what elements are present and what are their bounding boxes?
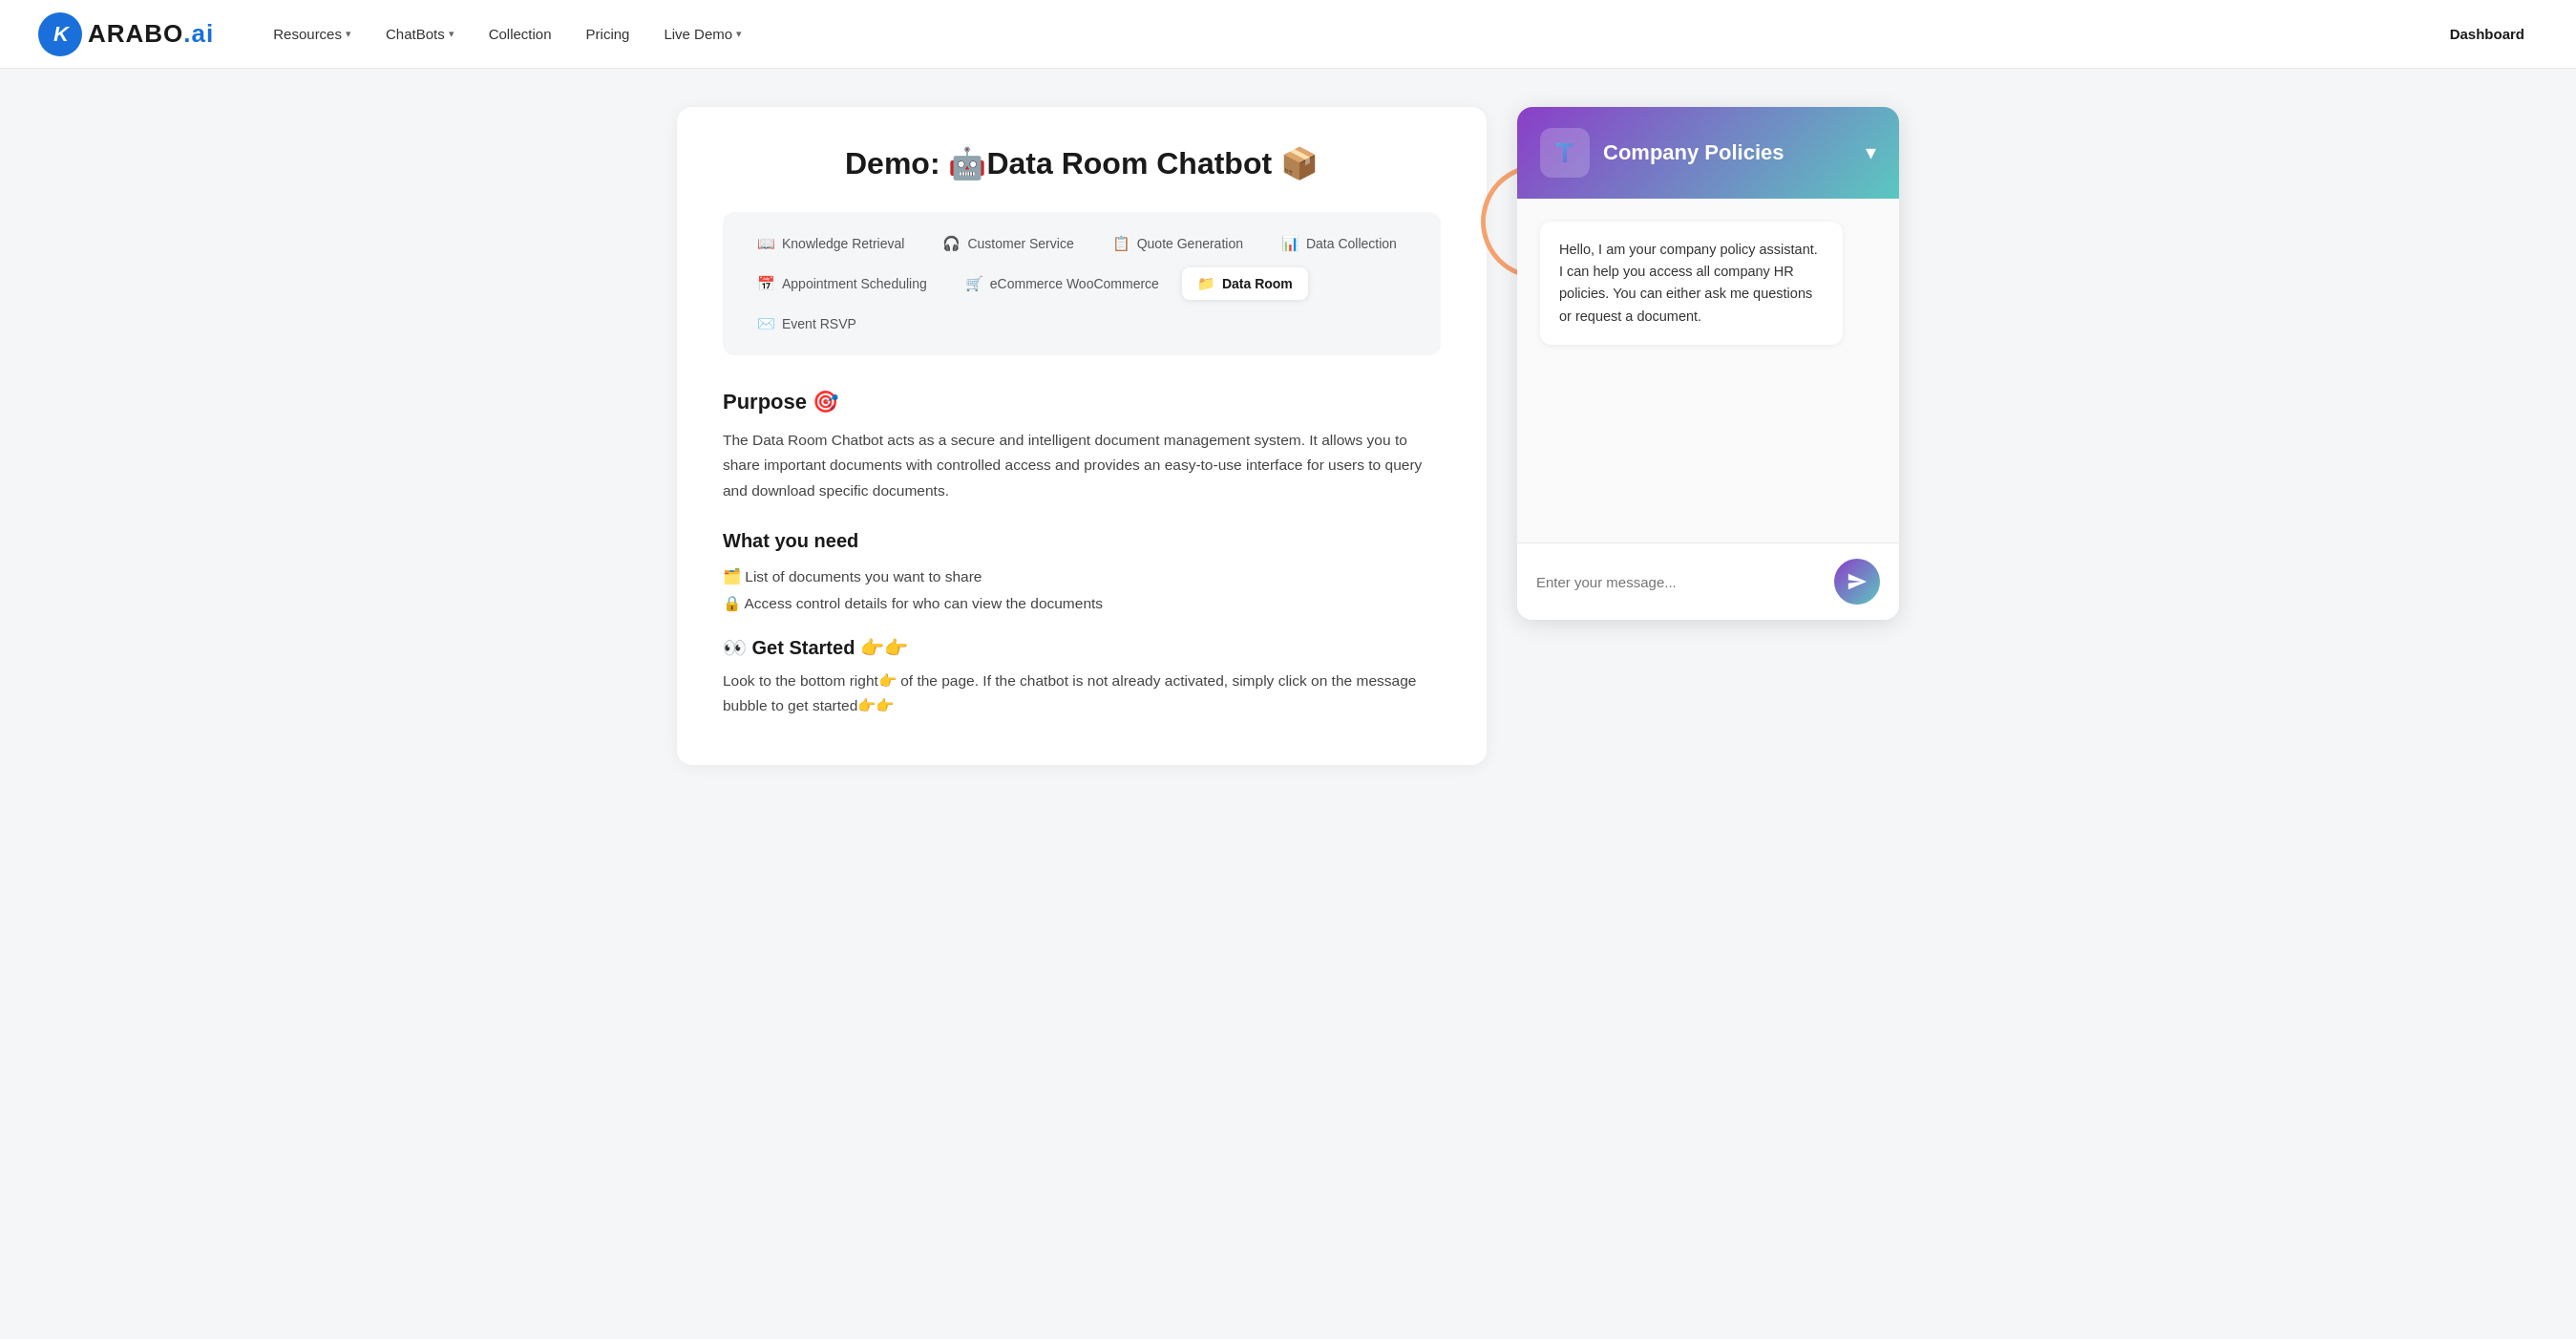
tab-customer-service[interactable]: 🎧 Customer Service (927, 227, 1088, 260)
logo[interactable]: K ARABO.ai (38, 12, 214, 56)
calendar-icon: 📅 (757, 275, 775, 292)
nav-item-pricing[interactable]: Pricing (573, 18, 644, 50)
tabs-container: 📖 Knowledge Retrieval 🎧 Customer Service… (723, 212, 1441, 355)
chatbot-header-left: T Company Policies (1540, 128, 1784, 178)
chatbot-panel: T Company Policies ▾ Hello, I am your co… (1517, 107, 1899, 620)
chatbot-outer: T Company Policies ▾ Hello, I am your co… (1517, 107, 1899, 620)
what-you-need-title: What you need (723, 530, 1441, 552)
folder-icon: 📁 (1197, 275, 1215, 292)
purpose-body: The Data Room Chatbot acts as a secure a… (723, 428, 1441, 503)
need-item-1: 🗂️ List of documents you want to share (723, 563, 1441, 590)
nav-item-resources[interactable]: Resources ▾ (260, 18, 365, 50)
chat-input[interactable] (1536, 574, 1823, 590)
get-started-title: 👀 Get Started 👉👉 (723, 636, 1441, 659)
main-content: Demo: 🤖Data Room Chatbot 📦 📖 Knowledge R… (620, 69, 1956, 803)
need-item-2: 🔒 Access control details for who can vie… (723, 590, 1441, 617)
headset-icon: 🎧 (942, 235, 961, 252)
chevron-down-icon: ▾ (346, 28, 351, 40)
chatbot-title: Company Policies (1603, 140, 1784, 165)
tab-appointment[interactable]: 📅 Appointment Scheduling (742, 267, 942, 300)
karabo-logo-icon: T (1556, 137, 1573, 169)
chart-icon: 📊 (1281, 235, 1299, 252)
get-started-body: Look to the bottom right👉 of the page. I… (723, 669, 1441, 719)
need-items: 🗂️ List of documents you want to share 🔒… (723, 563, 1441, 617)
demo-title: Demo: 🤖Data Room Chatbot 📦 (723, 145, 1441, 181)
logo-text: ARABO.ai (88, 19, 214, 49)
chatbot-window: T Company Policies ▾ Hello, I am your co… (1517, 107, 1899, 620)
logo-suffix: .ai (183, 19, 214, 48)
nav-item-livedemo[interactable]: Live Demo ▾ (650, 18, 755, 50)
nav-item-chatbots[interactable]: ChatBots ▾ (372, 18, 468, 50)
purpose-title: Purpose 🎯 (723, 390, 1441, 414)
dashboard-link[interactable]: Dashboard (2437, 18, 2538, 50)
book-icon: 📖 (757, 235, 775, 252)
nav-links: Resources ▾ ChatBots ▾ Collection Pricin… (260, 18, 2538, 50)
logo-icon: K (38, 12, 82, 56)
chatbot-body: Hello, I am your company policy assistan… (1517, 199, 1899, 542)
chatbot-chevron-down-icon[interactable]: ▾ (1866, 140, 1876, 165)
nav-item-collection[interactable]: Collection (475, 18, 565, 50)
tab-data-room[interactable]: 📁 Data Room (1182, 267, 1308, 300)
tab-data-collection[interactable]: 📊 Data Collection (1266, 227, 1412, 260)
document-icon: 📋 (1112, 235, 1130, 252)
chatbot-footer (1517, 542, 1899, 620)
tab-event-rsvp[interactable]: ✉️ Event RSVP (742, 308, 872, 340)
send-icon (1847, 571, 1868, 592)
navbar: K ARABO.ai Resources ▾ ChatBots ▾ Collec… (0, 0, 2576, 69)
tab-ecommerce[interactable]: 🛒 eCommerce WooCommerce (950, 267, 1174, 300)
envelope-icon: ✉️ (757, 315, 775, 332)
tab-knowledge[interactable]: 📖 Knowledge Retrieval (742, 227, 919, 260)
chevron-down-icon: ▾ (736, 28, 742, 40)
chatbot-header: T Company Policies ▾ (1517, 107, 1899, 199)
cart-icon: 🛒 (965, 275, 983, 292)
send-button[interactable] (1834, 559, 1880, 605)
chatbot-logo: T (1540, 128, 1590, 178)
welcome-message-bubble: Hello, I am your company policy assistan… (1540, 222, 1843, 345)
demo-card: Demo: 🤖Data Room Chatbot 📦 📖 Knowledge R… (677, 107, 1487, 765)
chevron-down-icon: ▾ (449, 28, 454, 40)
tab-quote[interactable]: 📋 Quote Generation (1097, 227, 1258, 260)
